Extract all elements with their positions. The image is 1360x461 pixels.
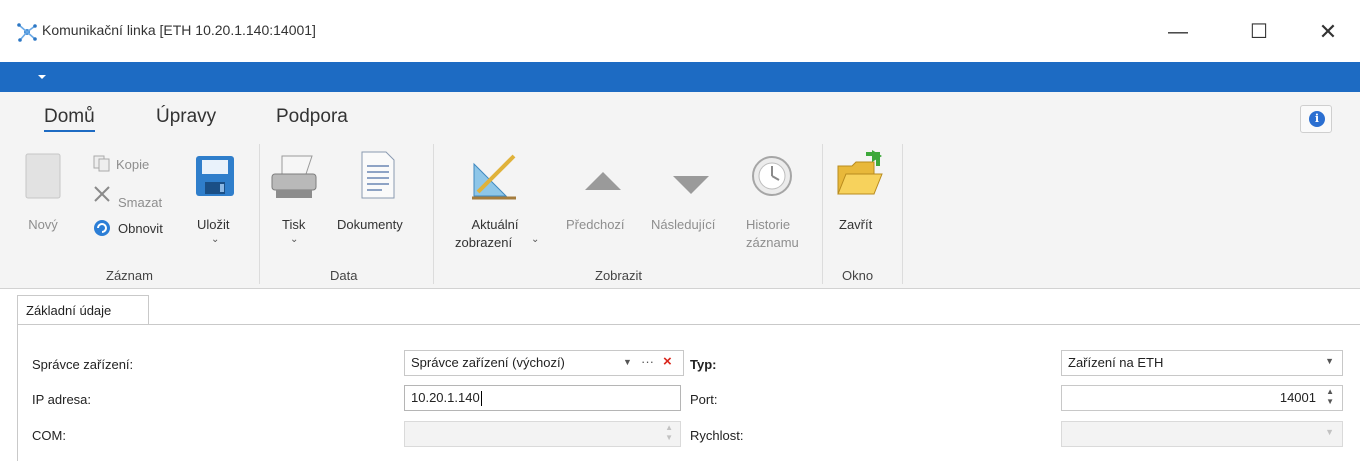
rychlost-select: ▼	[1061, 421, 1343, 447]
ip-adresa-label: IP adresa:	[32, 392, 92, 407]
save-icon	[196, 156, 234, 196]
rychlost-dropdown-icon: ▼	[1325, 427, 1334, 437]
aktualni-zobrazeni-label-1: Aktuální	[471, 217, 519, 232]
spravce-zarizeni-value: Správce zařízení (výchozí)	[411, 355, 565, 370]
historie-label-2: záznamu	[746, 235, 799, 250]
ribbon: Domů Úpravy Podpora i Nový Kopie Smazat	[0, 92, 1360, 289]
com-spinner: ▲ ▼	[404, 421, 681, 447]
arrow-up-icon	[585, 172, 621, 190]
ribbon-separator	[822, 144, 823, 284]
quick-access-toolbar	[0, 62, 1360, 92]
title-bar: Komunikační linka [ETH 10.20.1.140:14001…	[0, 0, 1360, 62]
refresh-icon	[94, 220, 110, 236]
copy-icon	[93, 155, 110, 172]
com-label: COM:	[32, 428, 66, 443]
ulozit-chevron-icon: ⌄	[211, 234, 220, 245]
minimize-button[interactable]: —	[1160, 14, 1196, 50]
maximize-button[interactable]: ☐	[1241, 14, 1277, 50]
spravce-more-button[interactable]: ···	[641, 354, 654, 369]
info-icon: i	[1309, 111, 1325, 127]
tab-podpora[interactable]: Podpora	[276, 106, 348, 128]
arrow-down-icon	[673, 176, 709, 194]
tisk-label: Tisk	[282, 217, 306, 232]
spravce-dropdown-icon[interactable]: ▼	[623, 357, 632, 367]
group-label-zobrazit: Zobrazit	[595, 268, 642, 283]
tab-zakladni-udaje[interactable]: Základní údaje	[17, 295, 149, 325]
ribbon-separator	[902, 144, 903, 284]
design-view-icon	[472, 154, 516, 200]
printer-icon	[271, 155, 317, 198]
ip-adresa-value: 10.20.1.140	[411, 390, 480, 405]
typ-select[interactable]: Zařízení na ETH ▼	[1061, 350, 1343, 376]
network-link-icon	[17, 23, 37, 42]
tab-upravy[interactable]: Úpravy	[156, 106, 216, 128]
window-title: Komunikační linka [ETH 10.20.1.140:14001…	[42, 22, 316, 38]
port-label: Port:	[690, 392, 718, 407]
documents-icon	[361, 151, 395, 199]
new-document-icon	[25, 153, 61, 199]
rychlost-label: Rychlost:	[690, 428, 744, 443]
spravce-zarizeni-label: Správce zařízení:	[32, 357, 134, 372]
tisk-chevron-icon: ⌄	[290, 234, 299, 245]
typ-dropdown-icon: ▼	[1325, 356, 1334, 366]
smazat-label: Smazat	[118, 195, 163, 210]
quick-access-dropdown-icon[interactable]	[38, 75, 46, 79]
ulozit-label: Uložit	[197, 217, 230, 232]
predchozi-label: Předchozí	[566, 217, 625, 232]
obnovit-label: Obnovit	[118, 221, 163, 236]
ribbon-tabs: Domů Úpravy Podpora i	[0, 92, 1360, 138]
typ-label: Typ:	[690, 357, 717, 372]
port-value: 14001	[1279, 390, 1316, 405]
novy-label: Nový	[28, 217, 58, 232]
spravce-zarizeni-select[interactable]: Správce zařízení (výchozí) ▼ ··· ×	[404, 350, 684, 376]
close-folder-icon	[837, 150, 883, 195]
delete-icon	[94, 186, 110, 202]
port-spinner[interactable]: 14001 ▲ ▼	[1061, 385, 1343, 411]
zavrit-label: Zavřít	[839, 217, 873, 232]
aktualni-zobrazeni-chevron-icon: ⌄	[531, 234, 540, 245]
aktualni-zobrazeni-label-2: zobrazení	[455, 235, 513, 250]
kopie-label: Kopie	[116, 157, 150, 172]
history-clock-icon	[752, 156, 792, 196]
historie-label-1: Historie	[746, 217, 791, 232]
tab-domu[interactable]: Domů	[44, 106, 95, 132]
text-cursor	[480, 391, 482, 407]
spravce-clear-button[interactable]: ×	[663, 353, 672, 370]
close-window-button[interactable]: ✕	[1310, 14, 1346, 50]
com-stepper-icon: ▲ ▼	[665, 423, 673, 442]
info-button[interactable]: i	[1300, 105, 1332, 133]
ribbon-separator	[259, 144, 260, 284]
group-label-okno: Okno	[842, 268, 874, 283]
port-stepper-icon[interactable]: ▲ ▼	[1326, 387, 1334, 407]
group-label-data: Data	[330, 268, 358, 283]
ip-adresa-input[interactable]: 10.20.1.140	[404, 385, 681, 411]
group-label-zaznam: Záznam	[106, 268, 153, 283]
typ-value: Zařízení na ETH	[1068, 355, 1164, 370]
ribbon-separator	[433, 144, 434, 284]
dokumenty-label: Dokumenty	[337, 217, 403, 232]
nasledujici-label: Následující	[651, 217, 716, 232]
